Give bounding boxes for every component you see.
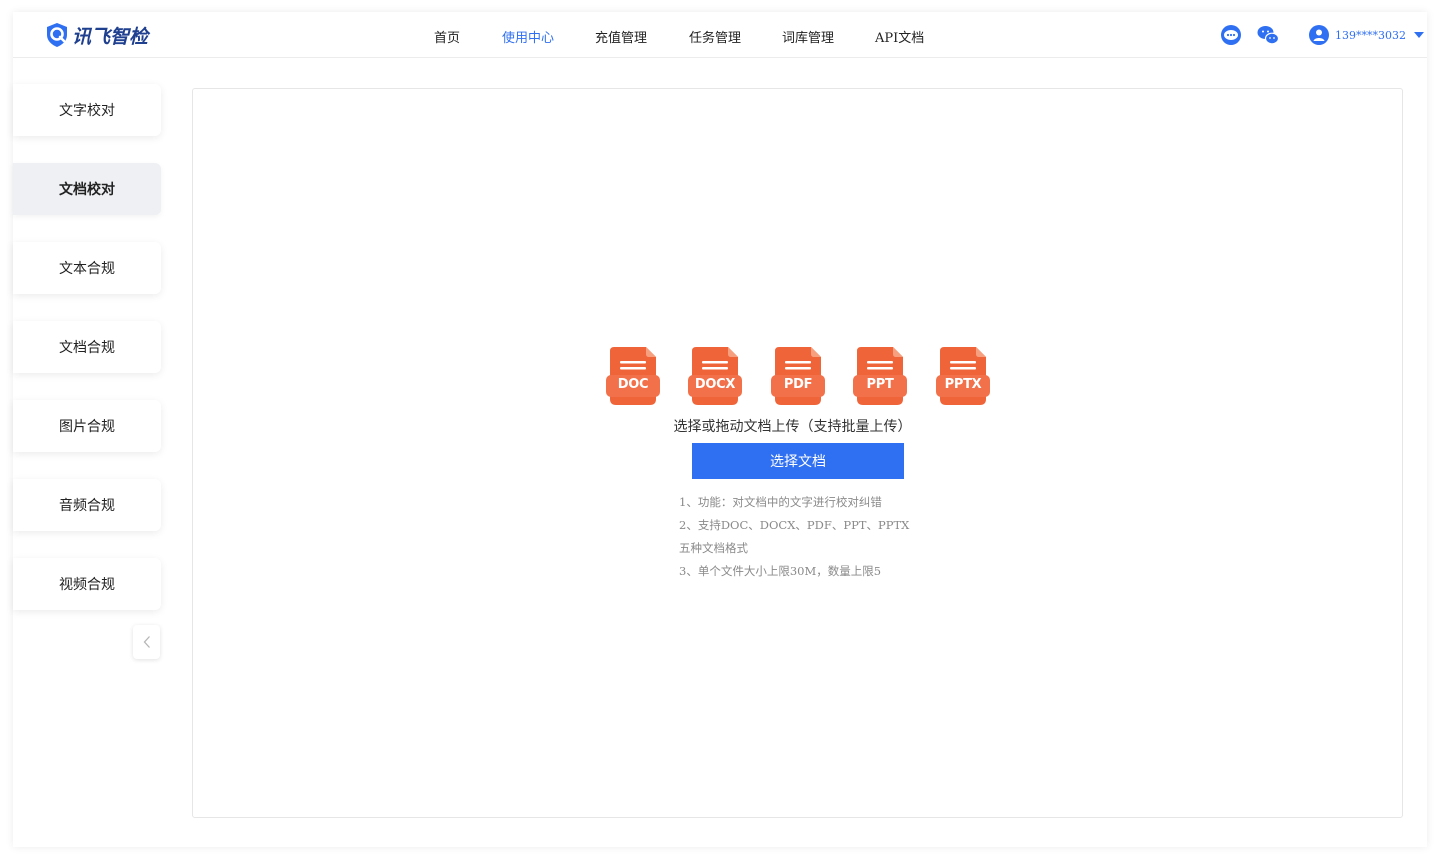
upload-notes: 1、功能：对文档中的文字进行校对纠错 2、支持DOC、DOCX、PDF、PPT、… (679, 491, 919, 583)
top-header: 讯飞智检 首页 使用中心 充值管理 任务管理 词库管理 API文档 139***… (13, 12, 1427, 58)
nav-home[interactable]: 首页 (434, 27, 460, 46)
docx-file-icon: DOCX (688, 347, 742, 407)
wechat-icon[interactable] (1256, 23, 1280, 47)
format-label: PDF (783, 377, 813, 392)
format-label: DOCX (694, 377, 736, 392)
nav-tasks[interactable]: 任务管理 (689, 27, 741, 46)
pptx-file-icon: PPTX (936, 347, 990, 407)
user-menu[interactable]: 139****3032 (1309, 25, 1424, 45)
ppt-file-icon: PPT (853, 347, 907, 407)
chevron-left-icon (143, 636, 150, 648)
app-frame: 讯飞智检 首页 使用中心 充值管理 任务管理 词库管理 API文档 139***… (13, 12, 1427, 847)
upload-hint: 选择或拖动文档上传（支持批量上传） (193, 416, 1404, 436)
nav-usage-center[interactable]: 使用中心 (502, 27, 554, 46)
format-label: PPT (866, 377, 894, 392)
sidebar-collapse-button[interactable] (133, 625, 160, 659)
doc-file-icon: DOC (606, 347, 660, 407)
sidebar-item-image-compliance[interactable]: 图片合规 (13, 400, 161, 452)
sidebar-item-text-proofreading[interactable]: 文字校对 (13, 84, 161, 136)
sidebar-item-document-proofreading[interactable]: 文档校对 (13, 163, 161, 215)
user-phone: 139****3032 (1335, 28, 1406, 42)
pdf-file-icon: PDF (771, 347, 825, 407)
chat-bubble-icon[interactable] (1219, 23, 1243, 47)
nav-api-docs[interactable]: API文档 (875, 27, 924, 46)
upload-hint-text: 选择或拖动文档上传（支持批量上传） (673, 419, 912, 435)
upload-panel[interactable]: DOC DOCX PDF PPT PPTX 选择或拖动文档上传（支持批量上传） … (192, 88, 1403, 818)
nav-recharge[interactable]: 充值管理 (595, 27, 647, 46)
select-document-button[interactable]: 选择文档 (692, 443, 904, 479)
sidebar-item-text-compliance[interactable]: 文本合规 (13, 242, 161, 294)
note-line: 3、单个文件大小上限30M，数量上限5 (679, 564, 882, 578)
sidebar-item-video-compliance[interactable]: 视频合规 (13, 558, 161, 610)
main-nav: 首页 使用中心 充值管理 任务管理 词库管理 API文档 (13, 12, 1427, 58)
format-label: PPTX (944, 377, 982, 392)
nav-lexicon[interactable]: 词库管理 (782, 27, 834, 46)
format-label: DOC (617, 377, 649, 392)
note-line: 2、支持DOC、DOCX、PDF、PPT、PPTX (679, 518, 910, 532)
caret-down-icon[interactable] (1414, 32, 1424, 38)
sidebar-item-audio-compliance[interactable]: 音频合规 (13, 479, 161, 531)
user-avatar-icon (1309, 25, 1329, 45)
sidebar-item-document-compliance[interactable]: 文档合规 (13, 321, 161, 373)
note-line: 1、功能：对文档中的文字进行校对纠错 (679, 495, 882, 509)
note-line: 五种文档格式 (679, 541, 748, 555)
